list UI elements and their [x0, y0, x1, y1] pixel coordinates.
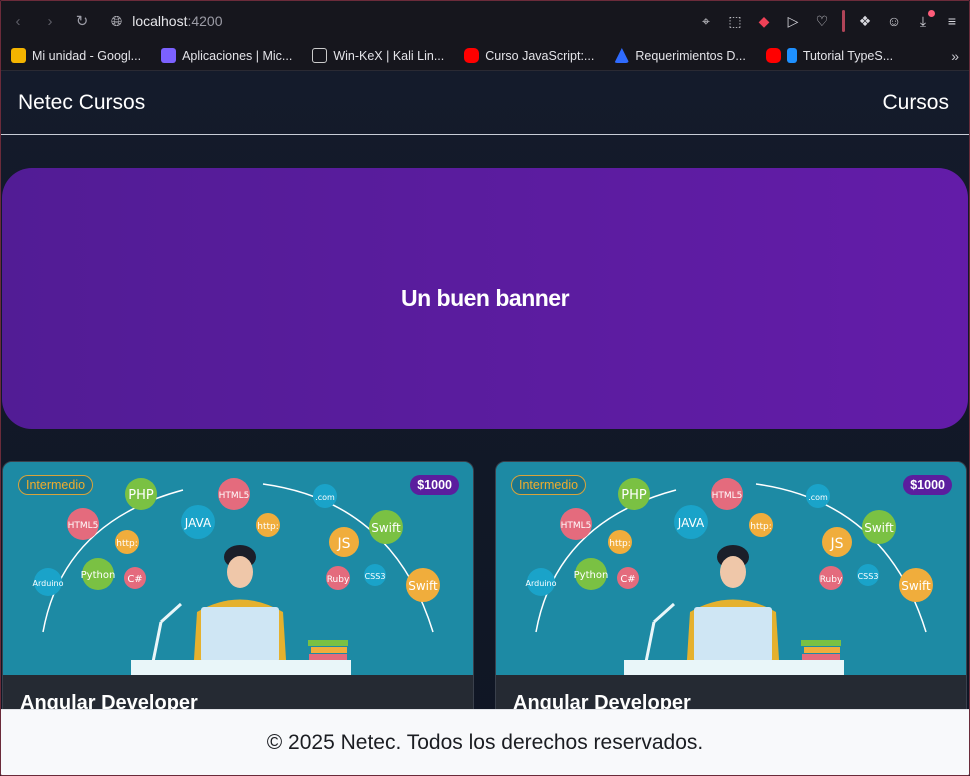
- toolbar-actions: ⌖ ⬚ ◆ ▷ ♡ ❖ ☺ ⤓ ≡: [697, 10, 961, 32]
- youtube-icon: [464, 48, 480, 63]
- svg-text:JS: JS: [829, 536, 843, 552]
- svg-text:HTML5: HTML5: [561, 521, 592, 531]
- svg-text:Swift: Swift: [864, 521, 894, 535]
- svg-text:JAVA: JAVA: [677, 516, 705, 530]
- url-host: localhost: [132, 13, 188, 29]
- pocket-icon[interactable]: ◆: [755, 12, 773, 30]
- level-badge: Intermedio: [18, 475, 94, 495]
- course-cards: PHP HTML5 HTML5 JAVA http: http: .com Sw…: [2, 461, 968, 751]
- toolbar-separator: [842, 10, 845, 32]
- bookmark-item[interactable]: Win-KeX | Kali Lin...: [312, 48, 444, 63]
- svg-text:CSS3: CSS3: [858, 572, 879, 581]
- drive-icon: [11, 48, 26, 63]
- bookmark-item[interactable]: Requerimientos D...: [614, 48, 746, 63]
- svg-text:CSS3: CSS3: [365, 572, 386, 581]
- bookmark-item[interactable]: Tutorial TypeS...: [765, 48, 894, 63]
- svg-text:Swift: Swift: [408, 579, 438, 593]
- address-bar[interactable]: 🌐︎ localhost:4200: [111, 13, 223, 30]
- azure-icon: [614, 48, 630, 63]
- svg-text:Ruby: Ruby: [820, 575, 843, 585]
- svg-text:Python: Python: [81, 570, 116, 581]
- more-bookmarks-icon[interactable]: »: [951, 48, 959, 64]
- bookmark-item[interactable]: Aplicaciones | Mic...: [161, 48, 292, 63]
- footer-text: © 2025 Netec. Todos los derechos reserva…: [266, 730, 704, 754]
- notification-dot: [928, 10, 935, 17]
- bookmark-label: Curso JavaScript:...: [485, 48, 595, 63]
- reload-icon[interactable]: ↻: [73, 12, 91, 30]
- svg-text:HTML5: HTML5: [712, 491, 743, 501]
- svg-text:PHP: PHP: [621, 488, 647, 503]
- bookmark-label: Aplicaciones | Mic...: [182, 48, 293, 63]
- bookmark-label: Tutorial TypeS...: [802, 48, 894, 63]
- url-port: :4200: [187, 13, 223, 29]
- banner-title: Un buen banner: [400, 285, 570, 311]
- bookmark-label: Win-KeX | Kali Lin...: [333, 48, 445, 63]
- bookmark-label: Mi unidad - Googl...: [32, 48, 142, 63]
- account-icon[interactable]: ☺: [885, 12, 903, 30]
- svg-text:http:: http:: [750, 522, 772, 532]
- document-icon: [786, 48, 797, 63]
- bookmark-label: Requerimientos D...: [635, 48, 746, 63]
- bookmark-item[interactable]: Curso JavaScript:...: [464, 48, 594, 63]
- back-icon[interactable]: ‹: [9, 12, 27, 30]
- heart-icon[interactable]: ♡: [813, 12, 831, 30]
- download-icon[interactable]: ⤓: [914, 10, 935, 30]
- svg-text:.com: .com: [315, 493, 335, 502]
- page-content: Netec Cursos Cursos Un buen banner PHP H…: [1, 71, 969, 775]
- level-badge: Intermedio: [511, 475, 587, 495]
- pin-icon[interactable]: ⌖: [697, 12, 715, 30]
- price-badge: $1000: [903, 475, 952, 495]
- extensions-icon[interactable]: ❖: [856, 12, 874, 30]
- menu-icon[interactable]: ≡: [943, 12, 961, 30]
- svg-text:HTML5: HTML5: [219, 491, 250, 501]
- site-footer: © 2025 Netec. Todos los derechos reserva…: [1, 709, 969, 775]
- browser-window: ‹ › ↻ 🌐︎ localhost:4200 ⌖ ⬚ ◆ ▷ ♡ ❖ ☺ ⤓ …: [0, 0, 970, 776]
- svg-text:Swift: Swift: [901, 579, 931, 593]
- svg-text:http:: http:: [609, 539, 631, 549]
- svg-text:C#: C#: [620, 574, 635, 585]
- svg-text:JS: JS: [336, 536, 350, 552]
- course-image: PHP HTML5 HTML5 JAVA http: http: .com Sw…: [496, 462, 966, 675]
- globe-icon: 🌐︎: [111, 12, 123, 29]
- site-navbar: Netec Cursos Cursos: [1, 71, 969, 135]
- svg-text:http:: http:: [116, 539, 138, 549]
- price-badge: $1000: [410, 475, 459, 495]
- browser-toolbar: ‹ › ↻ 🌐︎ localhost:4200 ⌖ ⬚ ◆ ▷ ♡ ❖ ☺ ⤓ …: [1, 1, 969, 41]
- course-card[interactable]: PHP HTML5 HTML5 JAVA http: http: .com Sw…: [495, 461, 967, 751]
- svg-text:Swift: Swift: [371, 521, 401, 535]
- bookmarks-bar: Mi unidad - Googl... Aplicaciones | Mic.…: [1, 41, 969, 71]
- forward-icon[interactable]: ›: [41, 12, 59, 30]
- kali-icon: [312, 48, 328, 63]
- svg-text:Ruby: Ruby: [327, 575, 350, 585]
- svg-text:Python: Python: [574, 570, 609, 581]
- course-image: PHP HTML5 HTML5 JAVA http: http: .com Sw…: [3, 462, 473, 675]
- svg-text:C#: C#: [127, 574, 142, 585]
- svg-text:PHP: PHP: [128, 488, 154, 503]
- screenshot-icon[interactable]: ⬚: [726, 12, 744, 30]
- svg-text:http:: http:: [257, 522, 279, 532]
- send-icon[interactable]: ▷: [784, 12, 802, 30]
- svg-text:HTML5: HTML5: [68, 521, 99, 531]
- nav-link-cursos[interactable]: Cursos: [882, 91, 949, 115]
- hero-banner: Un buen banner: [2, 168, 968, 429]
- svg-text:.com: .com: [808, 493, 828, 502]
- apps-icon: [161, 48, 177, 63]
- svg-text:JAVA: JAVA: [184, 516, 212, 530]
- course-card[interactable]: PHP HTML5 HTML5 JAVA http: http: .com Sw…: [2, 461, 474, 751]
- youtube-icon: [765, 48, 781, 63]
- svg-text:Arduino: Arduino: [33, 579, 64, 588]
- bookmark-item[interactable]: Mi unidad - Googl...: [11, 48, 141, 63]
- svg-text:Arduino: Arduino: [526, 579, 557, 588]
- site-brand[interactable]: Netec Cursos: [18, 91, 145, 115]
